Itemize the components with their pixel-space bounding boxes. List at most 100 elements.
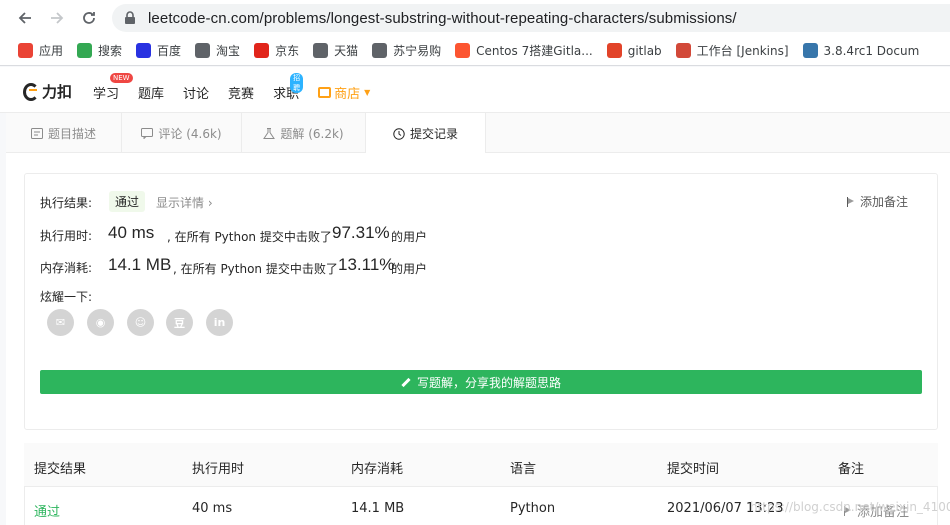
column-header: 语言 — [510, 462, 537, 477]
memory-percentile: 13.11% — [338, 255, 395, 274]
bookmark-item[interactable]: 搜索 — [77, 42, 122, 59]
douban-icon[interactable]: 豆 — [166, 309, 193, 336]
document-icon — [30, 127, 43, 139]
bookmark-label: 应用 — [39, 44, 64, 58]
write-solution-button[interactable]: 写题解，分享我的解题思路 — [40, 370, 922, 394]
baidu-paw-icon — [136, 43, 152, 58]
clock-icon — [393, 128, 405, 140]
back-arrow-icon[interactable] — [16, 9, 34, 27]
bookmark-item[interactable]: 3.8.4rc1 Docum — [802, 43, 920, 58]
linkedin-icon[interactable]: in — [206, 309, 233, 336]
runtime-desc: , 在所有 Python 提交中击败了 — [167, 230, 332, 244]
lock-icon — [124, 11, 138, 25]
memory-suffix: 的用户 — [391, 262, 428, 276]
jenkins-icon — [675, 43, 691, 58]
gitlab-fox-icon — [606, 43, 622, 58]
add-note-button[interactable]: 添加备注 — [847, 193, 908, 210]
bookmark-label: 京东 — [275, 44, 300, 58]
weibo-icon[interactable]: ◉ — [87, 309, 114, 336]
site-nav: 学习 NEW 题库 讨论 竞赛 求职 招聘 商店 ▼ — [93, 73, 389, 102]
table-header — [24, 443, 938, 487]
bookmark-label: 苏宁易购 — [393, 44, 442, 58]
bookmarks-bar: 应用 搜索 百度 淘宝 京东 天猫 苏宁易购 Centos 7搭建Gitla... gitlab… — [0, 36, 950, 66]
nav-item-jobs[interactable]: 求职 招聘 — [273, 73, 304, 102]
table-cell-runtime: 40 ms — [192, 501, 233, 516]
hiring-badge: 招聘 — [290, 73, 304, 93]
bookmark-item[interactable]: 应用 — [18, 42, 63, 59]
globe-icon — [195, 43, 211, 58]
site-header: 力扣 学习 NEW 题库 讨论 竞赛 求职 招聘 商店 ▼ — [0, 67, 950, 113]
column-header: 备注 — [838, 462, 865, 477]
jd-logo-icon — [254, 43, 270, 58]
submission-result-link[interactable]: 通过 — [34, 501, 60, 520]
nav-item-store[interactable]: 商店 ▼ — [318, 83, 370, 102]
bookmark-item[interactable]: 淘宝 — [195, 42, 240, 59]
bookmark-label: 3.8.4rc1 Docum — [823, 43, 920, 58]
nav-item-contest[interactable]: 竞赛 — [228, 83, 254, 102]
bookmark-label: 淘宝 — [216, 44, 241, 58]
search-engine-icon — [77, 43, 93, 58]
comment-icon — [141, 127, 154, 140]
bookmark-label: gitlab — [627, 43, 662, 58]
reload-icon[interactable] — [80, 9, 98, 27]
browser-toolbar: leetcode-cn.com/problems/longest-substri… — [0, 0, 950, 36]
store-icon — [318, 87, 332, 98]
leetcode-logo-icon — [23, 82, 39, 101]
nav-item-learn[interactable]: 学习 NEW — [93, 73, 133, 102]
globe-icon — [372, 43, 388, 58]
pencil-icon — [401, 377, 411, 387]
runtime-percentile: 97.31% — [332, 223, 390, 242]
bookmark-item[interactable]: 工作台 [Jenkins] — [675, 42, 789, 59]
forward-arrow-icon[interactable] — [48, 9, 66, 27]
tab-comments[interactable]: 评论 (4.6k) — [122, 113, 242, 153]
status-label: 执行结果: — [40, 196, 93, 210]
status-badge: 通过 — [109, 191, 146, 212]
new-badge: NEW — [110, 73, 133, 83]
bookmark-item[interactable]: 天猫 — [313, 42, 358, 59]
nav-item-discuss[interactable]: 讨论 — [183, 83, 209, 102]
bookmark-item[interactable]: 百度 — [136, 42, 181, 59]
url-text[interactable]: leetcode-cn.com/problems/longest-substri… — [148, 10, 737, 27]
column-header: 提交结果 — [34, 462, 87, 477]
bookmark-item[interactable]: Centos 7搭建Gitla... — [455, 42, 593, 59]
csdn-c-icon — [455, 43, 471, 58]
globe-icon — [313, 43, 329, 58]
logo-text: 力扣 — [42, 83, 73, 101]
nav-item-problems[interactable]: 题库 — [138, 83, 164, 102]
bookmark-label: 搜索 — [98, 44, 123, 58]
flask-icon — [263, 127, 276, 139]
column-header: 执行用时 — [192, 462, 245, 477]
caret-down-icon: ▼ — [364, 88, 371, 97]
bookmark-label: Centos 7搭建Gitla... — [476, 44, 593, 58]
bookmark-label: 工作台 [Jenkins] — [696, 44, 789, 58]
share-label: 炫耀一下: — [40, 290, 93, 304]
address-bar[interactable]: leetcode-cn.com/problems/longest-substri… — [112, 4, 950, 32]
column-header: 提交时间 — [667, 462, 720, 477]
runtime-value: 40 ms — [108, 223, 155, 242]
bookmark-label: 百度 — [157, 44, 182, 58]
flag-icon — [847, 196, 855, 207]
memory-value: 14.1 MB — [108, 255, 172, 274]
tab-description[interactable]: 题目描述 — [6, 113, 122, 153]
tab-submissions[interactable]: 提交记录 — [366, 113, 486, 154]
leetcode-logo[interactable]: 力扣 — [23, 81, 72, 102]
tab-solutions[interactable]: 题解 (6.2k) — [242, 113, 366, 153]
bookmark-label: 天猫 — [334, 44, 359, 58]
memory-desc: , 在所有 Python 提交中击败了 — [173, 262, 338, 276]
python-icon — [802, 43, 818, 58]
memory-label: 内存消耗: — [40, 261, 93, 275]
column-header: 内存消耗 — [351, 462, 404, 477]
watermark: https://blog.csdn.net/weixin_4100 — [750, 500, 950, 514]
table-cell-language: Python — [510, 501, 556, 516]
runtime-label: 执行用时: — [40, 229, 93, 243]
bookmark-item[interactable]: gitlab — [606, 43, 662, 58]
problem-tabs: 题目描述 评论 (4.6k) 题解 (6.2k) 提交记录 — [6, 113, 950, 154]
show-details-link[interactable]: 显示详情 › — [156, 194, 213, 211]
bookmark-item[interactable]: 苏宁易购 — [372, 42, 441, 59]
apps-grid-icon — [18, 43, 33, 58]
runtime-suffix: 的用户 — [391, 230, 428, 244]
table-cell-memory: 14.1 MB — [351, 501, 405, 516]
wechat-icon[interactable]: ✉ — [47, 309, 74, 336]
bookmark-item[interactable]: 京东 — [254, 42, 299, 59]
qq-icon[interactable]: ☺ — [127, 309, 154, 336]
